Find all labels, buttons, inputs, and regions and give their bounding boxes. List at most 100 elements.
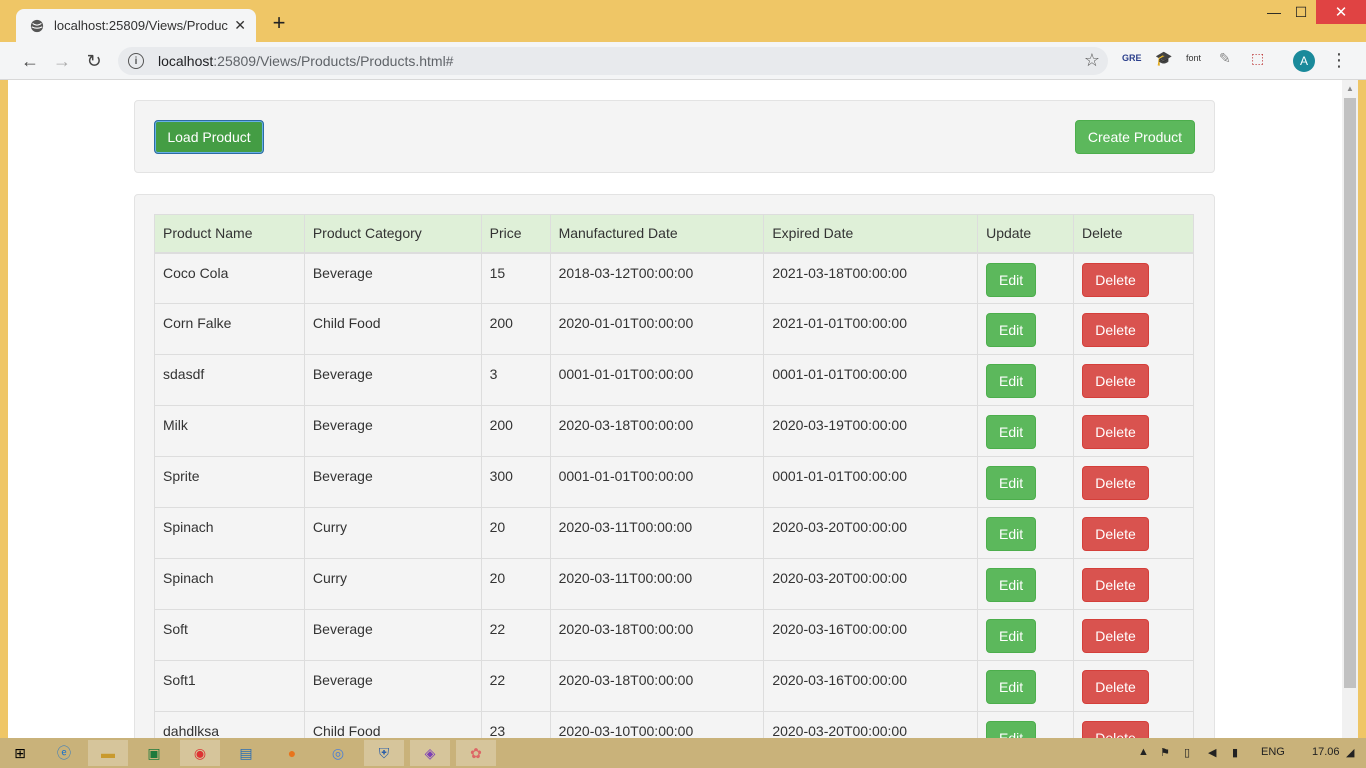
edit-button[interactable]: Edit (986, 568, 1037, 602)
delete-button[interactable]: Delete (1082, 466, 1150, 500)
tray-arrow-icon[interactable]: ▲ (1138, 746, 1149, 758)
delete-button[interactable]: Delete (1082, 721, 1150, 738)
clock[interactable]: 17.06 (1312, 746, 1340, 758)
cell-product-name: sdasdf (154, 354, 305, 406)
cell-expired-date: 2021-01-01T00:00:00 (763, 303, 979, 355)
delete-button[interactable]: Delete (1082, 364, 1150, 398)
cell-product-name: Spinach (154, 507, 305, 559)
table-row: Corn Falke Child Food 200 2020-01-01T00:00:… (154, 303, 1194, 355)
cell-product-category: Beverage (303, 609, 482, 661)
delete-button[interactable]: Delete (1082, 568, 1150, 602)
cell-product-category: Beverage (303, 354, 482, 406)
cell-expired-date: 2020-03-20T00:00:00 (763, 507, 979, 559)
menu-kebab-icon[interactable]: ⋮ (1330, 50, 1348, 71)
edit-button[interactable]: Edit (986, 262, 1037, 297)
cell-expired-date: 2020-03-16T00:00:00 (763, 660, 979, 712)
delete-button[interactable]: Delete (1082, 313, 1150, 347)
chrome-alt-icon[interactable]: ◎ (318, 740, 358, 766)
table-row: Spinach Curry 20 2020-03-11T00:00:00 2020-03… (154, 558, 1194, 610)
edit-button[interactable]: Edit (986, 619, 1037, 653)
cell-price: 3 (480, 354, 551, 406)
visual-studio-icon[interactable]: ◈ (410, 740, 450, 766)
cell-update: Edit (977, 660, 1075, 712)
cell-product-name: dahdlksa (154, 711, 305, 738)
battery-icon[interactable]: ▯ (1184, 746, 1190, 759)
edit-button[interactable]: Edit (986, 670, 1037, 704)
notification-icon[interactable]: ◢ (1346, 746, 1354, 759)
pdf-icon[interactable]: ⬚ (1251, 50, 1264, 67)
edit-button[interactable]: Edit (986, 313, 1037, 347)
internet-explorer-icon[interactable]: ⓔ (44, 740, 84, 766)
scrollbar-thumb[interactable] (1344, 98, 1356, 688)
back-arrow-icon[interactable]: ← (18, 49, 42, 73)
chrome-icon[interactable]: ◉ (180, 740, 220, 766)
cell-update: Edit (977, 558, 1075, 610)
globe-icon (30, 19, 44, 32)
language-indicator[interactable]: ENG (1261, 746, 1285, 758)
flag-icon[interactable]: ⚑ (1160, 746, 1170, 759)
cell-product-category: Beverage (303, 405, 482, 457)
forward-arrow-icon[interactable]: → (50, 49, 74, 73)
cell-product-name: Milk (154, 405, 305, 457)
cell-product-name: Soft1 (154, 660, 305, 712)
new-tab-button[interactable]: + (266, 12, 292, 34)
windows-start-icon[interactable]: ⊞ (0, 740, 40, 766)
extension-gre[interactable]: GRE (1122, 53, 1142, 63)
cell-update: Edit (977, 609, 1075, 661)
header-update: Update (977, 214, 1075, 254)
close-tab-icon[interactable]: ✕ (234, 17, 246, 34)
vertical-scrollbar[interactable]: ▲ (1342, 80, 1358, 738)
app-window-icon[interactable]: ▤ (226, 740, 266, 766)
header-delete: Delete (1073, 214, 1194, 254)
scroll-up-icon[interactable]: ▲ (1346, 84, 1354, 93)
reload-icon[interactable]: ↻ (82, 49, 106, 73)
load-product-button[interactable]: Load Product (154, 120, 264, 154)
table-header-row: Product Name Product Category Price Manu… (154, 214, 1194, 254)
network-icon[interactable]: ▮ (1232, 746, 1238, 759)
delete-button[interactable]: Delete (1082, 619, 1150, 653)
edit-button[interactable]: Edit (986, 364, 1037, 398)
create-product-button[interactable]: Create Product (1075, 120, 1195, 154)
address-bar[interactable]: i localhost:25809/Views/Products/Product… (118, 47, 1108, 75)
url-host: localhost (158, 53, 214, 69)
volume-icon[interactable]: ◀ (1208, 746, 1216, 759)
pen-icon[interactable]: ✎ (1219, 50, 1231, 67)
site-info-icon[interactable]: i (128, 53, 144, 69)
edit-button[interactable]: Edit (986, 517, 1037, 551)
graduation-cap-icon[interactable]: 🎓 (1155, 50, 1172, 67)
browser-toolbar: ← → ↻ i localhost:25809/Views/Products/P… (0, 42, 1366, 80)
table-row: Milk Beverage 200 2020-03-18T00:00:00 2020-0… (154, 405, 1194, 457)
delete-button[interactable]: Delete (1082, 415, 1150, 449)
cell-delete: Delete (1073, 252, 1194, 304)
avatar[interactable]: A (1293, 50, 1315, 72)
tab-title: localhost:25809/Views/Products/ (54, 18, 229, 33)
delete-button[interactable]: Delete (1082, 262, 1150, 297)
firefox-icon[interactable]: ● (272, 740, 312, 766)
cell-expired-date: 2020-03-20T00:00:00 (763, 558, 979, 610)
cell-price: 15 (480, 252, 551, 304)
edit-button[interactable]: Edit (986, 415, 1037, 449)
cell-delete: Delete (1073, 405, 1194, 457)
shield-app-icon[interactable]: ⛨ (364, 740, 404, 766)
edit-button[interactable]: Edit (986, 721, 1037, 738)
maximize-icon[interactable]: ☐ (1289, 0, 1313, 24)
extension-font[interactable]: font (1186, 53, 1201, 63)
cell-expired-date: 2020-03-16T00:00:00 (763, 609, 979, 661)
excel-icon[interactable]: ▣ (134, 740, 174, 766)
minimize-icon[interactable]: — (1262, 0, 1286, 24)
cell-delete: Delete (1073, 303, 1194, 355)
delete-button[interactable]: Delete (1082, 670, 1150, 704)
close-window-icon[interactable]: ✕ (1316, 0, 1366, 24)
cell-product-name: Sprite (154, 456, 305, 508)
cell-product-category: Curry (303, 558, 482, 610)
paint-icon[interactable]: ✿ (456, 740, 496, 766)
bookmark-star-icon[interactable]: ☆ (1084, 50, 1100, 71)
url-path: :25809/Views/Products/Products.html# (213, 53, 454, 69)
cell-price: 22 (480, 660, 551, 712)
browser-tab[interactable]: localhost:25809/Views/Products/ ✕ (16, 9, 256, 42)
delete-button[interactable]: Delete (1082, 517, 1150, 551)
cell-update: Edit (977, 405, 1075, 457)
file-explorer-icon[interactable]: ▬ (88, 740, 128, 766)
edit-button[interactable]: Edit (986, 466, 1037, 500)
cell-price: 20 (480, 558, 551, 610)
